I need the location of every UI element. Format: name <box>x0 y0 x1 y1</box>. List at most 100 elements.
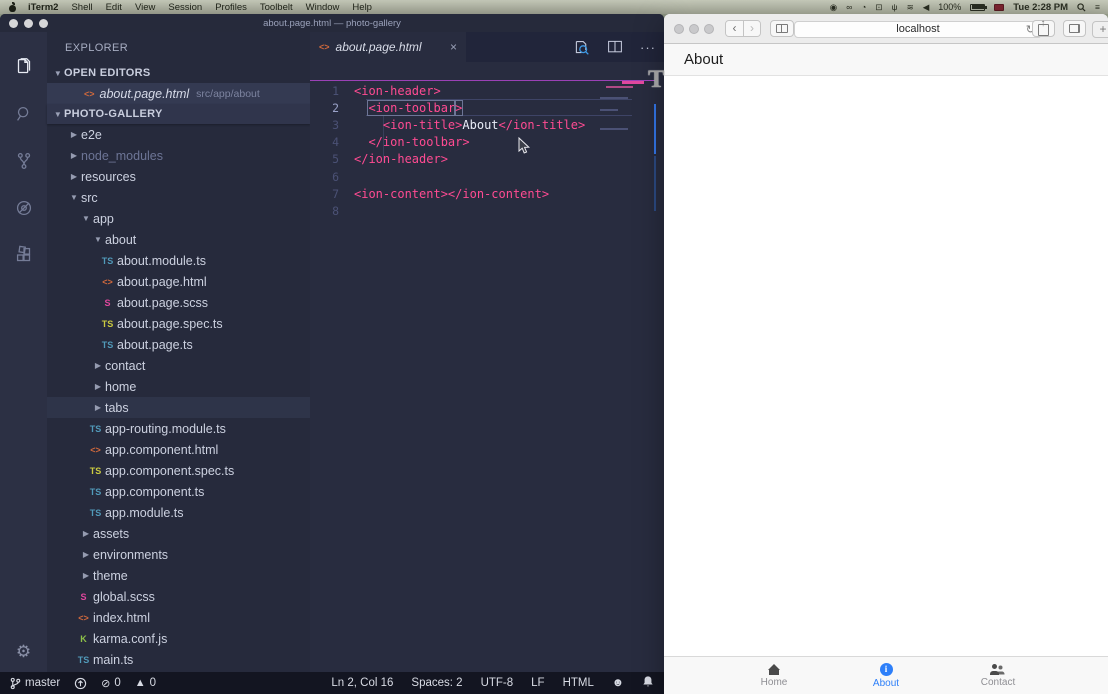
tab-about[interactable]: iAbout <box>830 657 942 694</box>
tree-item-app-component-html[interactable]: <>app.component.html <box>47 439 310 460</box>
open-preview-icon[interactable] <box>573 39 590 56</box>
tab-contact[interactable]: Contact <box>942 657 1054 694</box>
menu-item-edit[interactable]: Edit <box>106 2 122 13</box>
notification-center-icon[interactable]: ≡ <box>1095 3 1100 12</box>
tree-item-assets[interactable]: ▶assets <box>47 523 310 544</box>
display-icon[interactable]: ⊡ <box>875 3 882 12</box>
tree-item-global-scss[interactable]: Sglobal.scss <box>47 586 310 607</box>
sync-changes-button[interactable] <box>74 677 87 690</box>
share-button[interactable] <box>1032 20 1055 37</box>
search-icon[interactable] <box>0 90 47 137</box>
menu-item-iterm2[interactable]: iTerm2 <box>28 2 58 13</box>
sidebar-toggle-button[interactable] <box>770 20 794 37</box>
tree-item-tabs[interactable]: ▶tabs <box>47 397 310 418</box>
code-line-2[interactable]: 2 <ion-toolbar> <box>310 99 664 116</box>
tree-item-karma-conf-js[interactable]: Kkarma.conf.js <box>47 628 310 649</box>
project-section-header[interactable]: ▼ PHOTO-GALLERY <box>47 104 310 124</box>
notifications-bell-icon[interactable] <box>642 675 654 691</box>
menu-item-view[interactable]: View <box>135 2 155 13</box>
status-item-spaces[interactable]: Spaces: 2 <box>411 677 462 689</box>
status-item-utf-8[interactable]: UTF-8 <box>481 677 514 689</box>
forward-button[interactable]: › <box>743 21 760 36</box>
tab-home[interactable]: Home <box>718 657 830 694</box>
window-controls[interactable] <box>674 24 714 34</box>
menu-item-window[interactable]: Window <box>306 2 340 13</box>
tree-item-environments[interactable]: ▶environments <box>47 544 310 565</box>
code-line-4[interactable]: 4 </ion-toolbar> <box>310 134 664 151</box>
tree-item-resources[interactable]: ▶resources <box>47 166 310 187</box>
status-item-ln[interactable]: Ln 2, Col 16 <box>331 677 393 689</box>
explorer-icon[interactable] <box>0 43 47 90</box>
tree-item-contact[interactable]: ▶contact <box>47 355 310 376</box>
tab-label: About <box>873 678 899 689</box>
tree-item-app-routing-module-ts[interactable]: TSapp-routing.module.ts <box>47 418 310 439</box>
feedback-smiley-icon[interactable]: ☻ <box>612 677 624 689</box>
tree-item-e2e[interactable]: ▶e2e <box>47 124 310 145</box>
back-button[interactable]: ‹ <box>726 21 743 36</box>
tree-item-about-page-html[interactable]: <>about.page.html <box>47 271 310 292</box>
show-tabs-button[interactable] <box>1063 20 1086 37</box>
code-line-7[interactable]: 7<ion-content></ion-content> <box>310 185 664 202</box>
debug-icon[interactable] <box>0 184 47 231</box>
new-tab-button[interactable]: + <box>1092 21 1108 38</box>
git-branch-indicator[interactable]: master <box>10 677 60 690</box>
source-control-icon[interactable] <box>0 137 47 184</box>
warnings-indicator[interactable]: ▲0 <box>135 677 156 689</box>
editor-tab-bar: <> about.page.html × ··· <box>310 32 664 62</box>
close-button[interactable] <box>674 24 684 34</box>
menu-item-toolbelt[interactable]: Toolbelt <box>260 2 293 13</box>
clock-icon[interactable]: ◔ <box>861 3 866 12</box>
screen-record-icon[interactable]: ◉ <box>830 3 837 12</box>
usb-icon[interactable]: ψ <box>892 3 898 12</box>
menu-item-session[interactable]: Session <box>168 2 202 13</box>
tree-item-src[interactable]: ▼src <box>47 187 310 208</box>
tree-item-app-component-spec-ts[interactable]: TSapp.component.spec.ts <box>47 460 310 481</box>
code-line-3[interactable]: 3 <ion-title>About</ion-title> <box>310 116 664 133</box>
errors-indicator[interactable]: ⊘0 <box>101 677 121 690</box>
close-tab-icon[interactable]: × <box>450 40 457 54</box>
tree-item-app-module-ts[interactable]: TSapp.module.ts <box>47 502 310 523</box>
tab-about-page-html[interactable]: <> about.page.html × <box>310 32 466 62</box>
apple-menu-icon[interactable] <box>8 3 17 12</box>
tree-item-about-page-ts[interactable]: TSabout.page.ts <box>47 334 310 355</box>
input-language-flag-icon[interactable] <box>994 4 1004 11</box>
open-editors-section-header[interactable]: ▼ OPEN EDITORS <box>47 63 310 83</box>
code-line-6[interactable]: 6 <box>310 168 664 185</box>
split-editor-icon[interactable] <box>607 39 623 55</box>
menu-bar-status: ◉ ∞ ◔ ⊡ ψ ≋ ◀ 100% Tue 2:28 PM ≡ <box>830 2 1100 13</box>
accessibility-icon[interactable]: ∞ <box>846 3 852 12</box>
tree-item-app[interactable]: ▼app <box>47 208 310 229</box>
status-item-lf[interactable]: LF <box>531 677 544 689</box>
code-line-8[interactable]: 8 <box>310 202 664 219</box>
menu-bar-clock[interactable]: Tue 2:28 PM <box>1013 2 1068 13</box>
tree-item-main-ts[interactable]: TSmain.ts <box>47 649 310 670</box>
tree-item-about-page-spec-ts[interactable]: TSabout.page.spec.ts <box>47 313 310 334</box>
wifi-icon[interactable]: ≋ <box>907 3 914 12</box>
status-item-html[interactable]: HTML <box>563 677 594 689</box>
spotlight-icon[interactable] <box>1077 3 1086 12</box>
code-line-5[interactable]: 5</ion-header> <box>310 151 664 168</box>
tree-item-about[interactable]: ▼about <box>47 229 310 250</box>
tree-item-node-modules[interactable]: ▶node_modules <box>47 145 310 166</box>
battery-percent: 100% <box>938 2 961 12</box>
address-bar[interactable]: localhost ↻ <box>794 21 1042 38</box>
tree-item-about-page-scss[interactable]: Sabout.page.scss <box>47 292 310 313</box>
tree-item-home[interactable]: ▶home <box>47 376 310 397</box>
volume-icon[interactable]: ◀ <box>923 3 930 12</box>
zoom-button[interactable] <box>704 24 714 34</box>
tree-item-theme[interactable]: ▶theme <box>47 565 310 586</box>
tree-item-index-html[interactable]: <>index.html <box>47 607 310 628</box>
menu-item-help[interactable]: Help <box>352 2 372 13</box>
menu-item-profiles[interactable]: Profiles <box>215 2 247 13</box>
extensions-icon[interactable] <box>0 231 47 278</box>
minimize-button[interactable] <box>689 24 699 34</box>
more-actions-icon[interactable]: ··· <box>640 40 656 55</box>
tree-item-app-component-ts[interactable]: TSapp.component.ts <box>47 481 310 502</box>
open-editor-item[interactable]: <> about.page.html src/app/about <box>47 83 310 104</box>
code-editor[interactable]: 1<ion-header>2 <ion-toolbar>3 <ion-title… <box>310 82 664 220</box>
window-title: about.page.html — photo-gallery <box>0 18 664 29</box>
tree-item-about-module-ts[interactable]: TSabout.module.ts <box>47 250 310 271</box>
menu-item-shell[interactable]: Shell <box>71 2 92 13</box>
vscode-titlebar[interactable]: about.page.html — photo-gallery <box>0 14 664 32</box>
settings-gear-icon[interactable]: ⚙ <box>0 642 47 662</box>
